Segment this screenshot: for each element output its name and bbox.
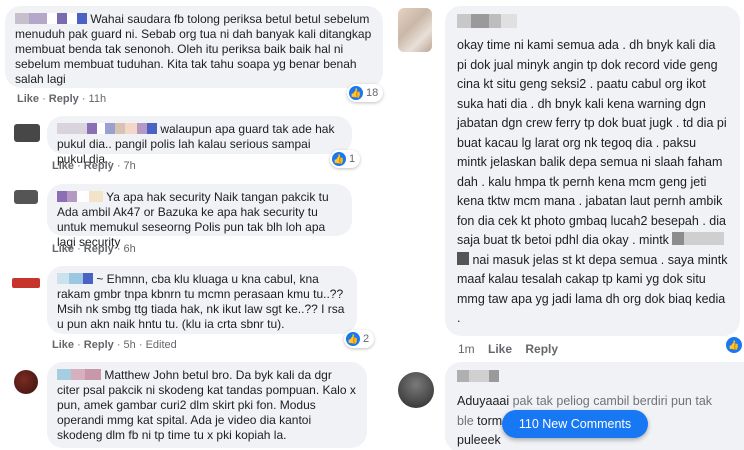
comment-bubble: okay time ni kami semua ada . dh bnyk ka… <box>445 6 740 336</box>
reaction-count[interactable]: 👍 18 <box>347 84 384 102</box>
new-comments-label: 110 New Comments <box>518 417 632 431</box>
comment-actions: Like · Reply · 5h · Edited <box>52 339 177 351</box>
comment-actions: Like · Reply · 6h <box>52 243 136 255</box>
reaction-number: 1 <box>349 153 356 165</box>
like-link[interactable]: Like <box>52 339 74 351</box>
edited-label[interactable]: Edited <box>146 339 177 351</box>
comment-bubble: ~ Ehmnn, cba klu kluaga u kna cabul, kna… <box>47 266 357 334</box>
redacted-name[interactable] <box>15 12 87 27</box>
avatar[interactable] <box>14 370 38 394</box>
comment-text: ~ Ehmnn, cba klu kluaga u kna cabul, kna… <box>57 272 345 332</box>
like-reaction-icon: 👍 <box>332 152 346 166</box>
comments-right-panel: okay time ni kami semua ada . dh bnyk ka… <box>390 0 744 450</box>
redacted-name[interactable] <box>57 190 103 205</box>
like-reaction-icon: 👍 <box>349 86 363 100</box>
reply-link[interactable]: Reply <box>49 93 79 105</box>
reaction-number: 18 <box>366 87 379 99</box>
avatar[interactable] <box>14 124 40 142</box>
timestamp[interactable]: 7h <box>124 160 136 172</box>
avatar[interactable] <box>398 372 434 408</box>
reply-link[interactable]: Reply <box>525 342 558 356</box>
redacted-name[interactable] <box>457 14 728 32</box>
redacted-name[interactable] <box>57 122 157 137</box>
comment-bubble: walaupun apa guard tak ade hak pukul dia… <box>47 116 352 166</box>
comments-left-panel: Wahai saudara fb tolong periksa betul be… <box>0 0 390 450</box>
comment-text: betul bro. Da byk kali da dgr citer psal… <box>57 368 356 443</box>
reaction-count[interactable]: 👍 2 <box>344 330 375 348</box>
avatar[interactable] <box>14 190 38 204</box>
reply-link[interactable]: Reply <box>84 339 114 351</box>
redacted-word <box>672 232 685 245</box>
redacted-name[interactable] <box>57 272 93 287</box>
reply-link[interactable]: Reply <box>84 243 114 255</box>
reaction-number: 2 <box>363 333 370 345</box>
like-link[interactable]: Like <box>488 342 512 356</box>
timestamp[interactable]: 6h <box>124 243 136 255</box>
redacted-name[interactable] <box>457 370 732 386</box>
like-reaction-icon[interactable]: 👍 <box>726 337 742 353</box>
commenter-name[interactable]: Matthew John <box>104 368 179 382</box>
comment-bubble: Wahai saudara fb tolong periksa betul be… <box>5 6 383 88</box>
timestamp[interactable]: 11h <box>89 93 107 105</box>
like-link[interactable]: Like <box>52 160 74 172</box>
redacted-word <box>457 251 469 265</box>
timestamp[interactable]: 1m <box>458 342 475 356</box>
comment-actions: 1m Like Reply <box>458 342 558 356</box>
comment-text: okay time ni kami semua ada . dh bnyk ka… <box>457 38 727 247</box>
new-comments-button[interactable]: 110 New Comments <box>502 410 648 438</box>
timestamp[interactable]: 5h <box>124 339 136 351</box>
comment-text-continued: nai masuk jelas st kt depa semua . saya … <box>457 252 728 326</box>
comment-text: Aduyaaai <box>457 394 510 408</box>
avatar[interactable] <box>398 8 432 52</box>
comment-actions: Like · Reply · 7h <box>52 160 136 172</box>
reply-link[interactable]: Reply <box>84 160 114 172</box>
comment-actions: Like · Reply · 11h <box>17 93 107 105</box>
comment-bubble: Matthew John betul bro. Da byk kali da d… <box>47 362 367 448</box>
like-link[interactable]: Like <box>52 243 74 255</box>
comment-bubble: Ya apa hak security Naik tangan pakcik t… <box>47 184 352 249</box>
reaction-count[interactable]: 👍 1 <box>330 150 361 168</box>
like-link[interactable]: Like <box>17 93 39 105</box>
avatar[interactable] <box>12 278 40 288</box>
redacted-name[interactable] <box>57 368 101 383</box>
like-reaction-icon: 👍 <box>346 332 360 346</box>
comment-text-end: puleeek <box>457 433 501 447</box>
redacted-word <box>684 232 725 245</box>
